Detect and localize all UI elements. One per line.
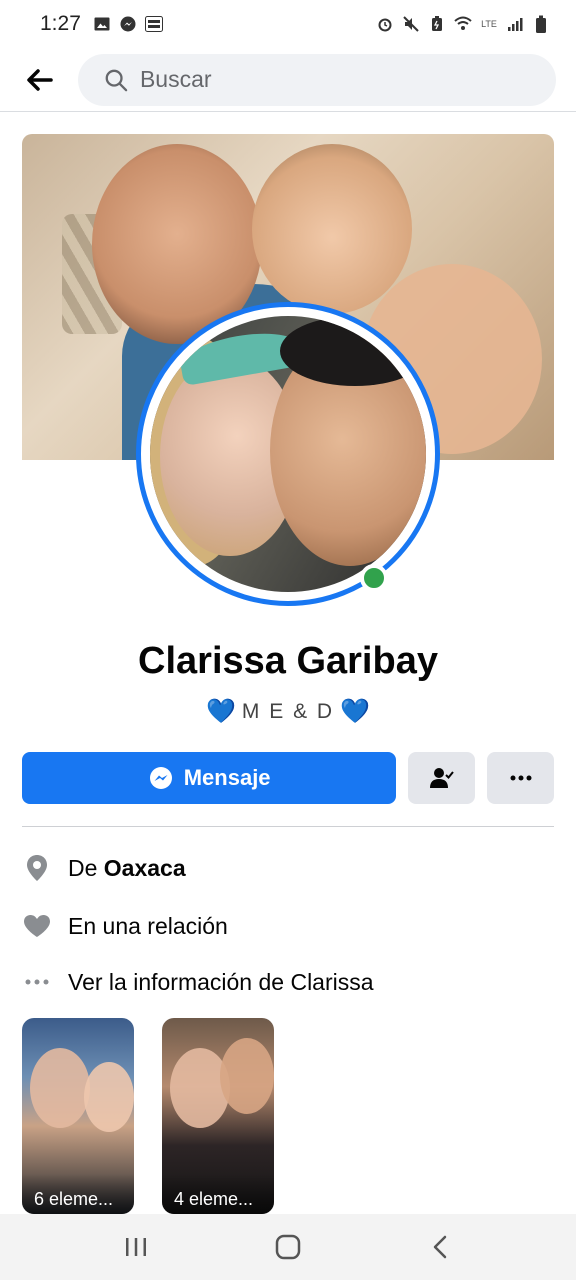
back-button[interactable] xyxy=(22,62,58,98)
more-dots-icon xyxy=(22,967,52,997)
divider xyxy=(22,826,554,827)
arrow-left-icon xyxy=(27,68,53,91)
featured-collection[interactable]: 4 eleme... xyxy=(162,1018,274,1214)
relationship-status: En una relación xyxy=(68,912,228,939)
blue-heart-icon: 💙 xyxy=(340,698,370,725)
profile-name: Clarissa Garibay xyxy=(138,640,438,682)
mute-icon xyxy=(402,15,420,33)
battery-icon xyxy=(532,15,550,33)
recent-apps-button[interactable] xyxy=(116,1227,156,1267)
message-button[interactable]: Mensaje xyxy=(22,752,397,804)
status-bar: 1:27 LTE xyxy=(0,0,576,48)
system-back-button[interactable] xyxy=(420,1227,460,1267)
collection-count: 6 eleme... xyxy=(22,1174,134,1214)
see-more-label[interactable]: Ver la información de Clarissa xyxy=(68,969,374,996)
messenger-icon xyxy=(119,15,137,33)
more-dots-icon xyxy=(510,775,532,781)
search-icon xyxy=(105,69,128,91)
featured-collection[interactable]: 6 eleme... xyxy=(22,1018,134,1214)
system-nav-bar xyxy=(0,1214,576,1280)
location-pin-icon xyxy=(22,853,52,883)
profile-picture[interactable] xyxy=(136,302,440,606)
signal-icon xyxy=(506,15,524,33)
profile-bio: 💙 M E & D 💙 xyxy=(0,697,576,726)
hometown-prefix: De xyxy=(68,854,98,881)
more-options-button[interactable] xyxy=(487,752,555,804)
collection-count: 4 eleme... xyxy=(162,1174,274,1214)
info-see-more[interactable]: Ver la información de Clarissa xyxy=(22,962,554,1002)
recent-apps-icon xyxy=(126,1238,146,1256)
hometown-city[interactable]: Oaxaca xyxy=(104,855,186,882)
status-time: 1:27 xyxy=(40,12,81,35)
back-icon xyxy=(433,1235,447,1259)
online-status-indicator xyxy=(360,564,388,592)
messenger-icon xyxy=(149,767,172,789)
message-button-label: Mensaje xyxy=(183,765,271,790)
bio-text: M E & D xyxy=(241,699,335,723)
search-input[interactable] xyxy=(139,66,556,93)
info-relationship: En una relación xyxy=(22,906,554,946)
friends-button[interactable] xyxy=(408,752,476,804)
search-bar[interactable] xyxy=(78,53,556,106)
home-icon xyxy=(275,1234,301,1260)
wifi-icon xyxy=(454,15,472,33)
lte-icon: LTE xyxy=(481,19,497,29)
battery-saver-icon xyxy=(428,15,446,33)
avatar xyxy=(150,316,426,592)
blue-heart-icon: 💙 xyxy=(206,698,236,725)
home-button[interactable] xyxy=(268,1227,308,1267)
friends-check-icon xyxy=(429,768,454,788)
profile-actions: Mensaje xyxy=(22,752,555,804)
info-hometown: De Oaxaca xyxy=(22,848,554,888)
heart-icon xyxy=(22,911,52,941)
image-icon xyxy=(93,15,111,33)
search-header xyxy=(0,48,576,112)
alarm-icon xyxy=(376,15,394,33)
app-icon xyxy=(144,15,163,33)
